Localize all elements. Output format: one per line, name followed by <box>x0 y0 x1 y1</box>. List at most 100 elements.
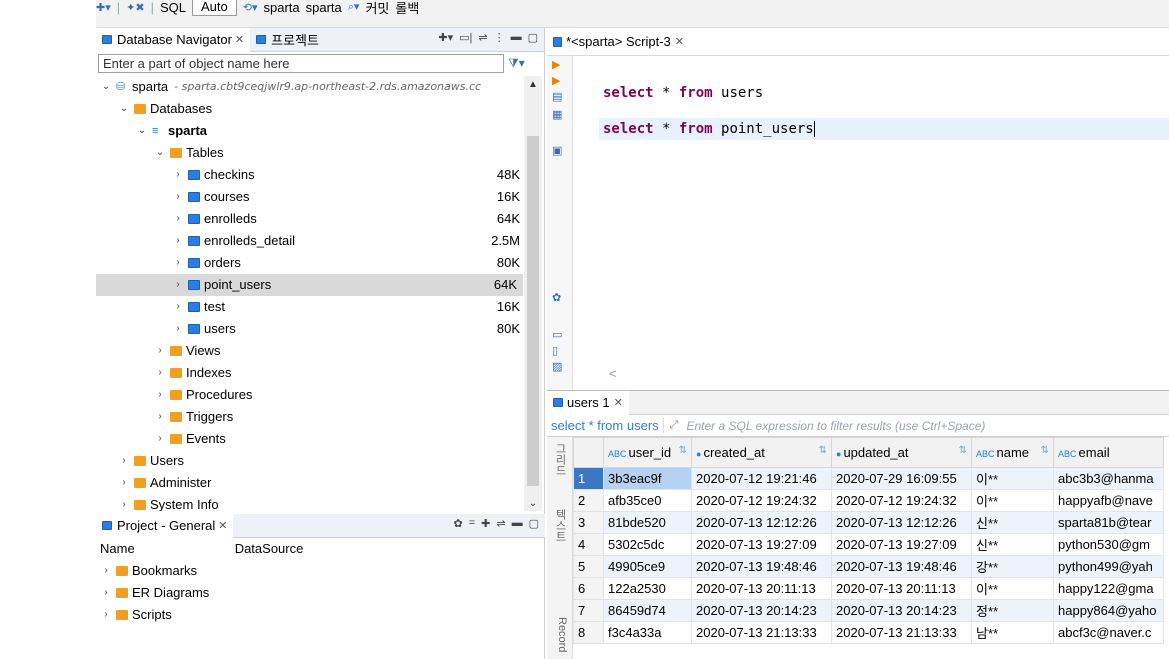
table-row[interactable]: 6 122a2530 2020-07-13 20:11:13 2020-07-1… <box>573 577 1164 600</box>
chevron-right-icon[interactable]: › <box>172 186 184 208</box>
chevron-right-icon[interactable]: › <box>100 582 112 604</box>
tree-node-indexes[interactable]: › Indexes <box>96 362 526 384</box>
tab-results[interactable]: users 1 ✕ <box>547 390 629 415</box>
cell-created-at[interactable]: 2020-07-13 19:27:09 <box>691 533 832 556</box>
cell-updated-at[interactable]: 2020-07-13 20:11:13 <box>831 577 972 600</box>
chevron-right-icon[interactable]: › <box>154 428 166 450</box>
chevron-right-icon[interactable]: › <box>118 494 130 511</box>
project-item-scripts[interactable]: › Scripts <box>96 604 545 626</box>
minimize-icon[interactable]: ▬ <box>512 517 523 530</box>
sort-icon[interactable]: ⇅ <box>959 445 967 456</box>
tree-node-table[interactable]: › courses 16K <box>96 186 526 208</box>
tree-node-databases[interactable]: ⌄ Databases <box>96 98 526 120</box>
close-icon[interactable]: ✕ <box>235 33 244 46</box>
cell-name[interactable]: 남** <box>971 621 1054 644</box>
scrollbar-thumb[interactable] <box>527 136 539 486</box>
tree-node-tables[interactable]: ⌄ Tables <box>96 142 526 164</box>
chevron-right-icon[interactable]: › <box>100 604 112 626</box>
chevron-right-icon[interactable]: › <box>118 472 130 494</box>
project-item-bookmarks[interactable]: › Bookmarks <box>96 560 545 582</box>
row-number[interactable]: 4 <box>573 533 604 556</box>
row-number[interactable]: 7 <box>573 599 604 622</box>
chevron-right-icon[interactable]: › <box>172 164 184 186</box>
scroll-up-icon[interactable]: ▲ <box>524 79 542 90</box>
code-line[interactable]: select * from users <box>599 82 1169 104</box>
cell-created-at[interactable]: 2020-07-13 19:48:46 <box>691 555 832 578</box>
code-line-current[interactable]: select * from point_users​ <box>599 118 1169 140</box>
chevron-right-icon[interactable]: › <box>172 296 184 318</box>
cell-email[interactable]: abc3b3@hanma <box>1053 467 1164 490</box>
sort-icon[interactable]: ⇅ <box>679 445 687 456</box>
tree-node-table-selected[interactable]: › point_users 64K <box>96 274 523 296</box>
sort-icon[interactable]: ⇅ <box>819 445 827 456</box>
execute-script-icon[interactable]: ▶ <box>552 74 566 88</box>
column-header[interactable]: ● updated_at ⇅ <box>831 437 972 468</box>
refresh-icon[interactable]: ⟲▾ <box>243 1 258 14</box>
tree-node-views[interactable]: › Views <box>96 340 526 362</box>
cell-name[interactable]: 이** <box>971 577 1054 600</box>
chevron-right-icon[interactable]: › <box>172 318 184 340</box>
transaction-mode-select[interactable]: Auto <box>191 0 237 16</box>
sort-icon[interactable]: ⇅ <box>1041 445 1049 456</box>
cell-user-id[interactable]: 49905ce9 <box>603 555 692 578</box>
chevron-right-icon[interactable]: › <box>154 406 166 428</box>
cell-email[interactable]: sparta81b@tear <box>1053 511 1164 534</box>
expand-icon[interactable]: ⤢ <box>670 419 679 432</box>
settings-icon[interactable]: ✿ <box>552 291 566 305</box>
collapse-icon[interactable]: = <box>469 517 475 530</box>
cell-created-at[interactable]: 2020-07-12 19:21:46 <box>691 467 832 490</box>
add-icon[interactable]: ✚ <box>481 517 490 530</box>
table-row[interactable]: 3 81bde520 2020-07-13 12:12:26 2020-07-1… <box>573 511 1164 534</box>
cell-updated-at[interactable]: 2020-07-29 16:09:55 <box>831 467 972 490</box>
new-connection-icon[interactable]: ✚▾ <box>438 31 453 44</box>
maximize-icon[interactable]: ▢ <box>528 31 538 44</box>
collapse-icon[interactable]: ▭| <box>459 31 472 44</box>
tab-database-navigator[interactable]: Database Navigator ✕ <box>96 27 251 52</box>
cell-name[interactable]: 신** <box>971 533 1054 556</box>
tree-node-connection[interactable]: ⌄ ⛁ sparta - sparta.cbt9ceqjwlr9.ap-nort… <box>96 76 526 98</box>
table-row[interactable]: 1 3b3eac9f 2020-07-12 19:21:46 2020-07-2… <box>573 467 1164 490</box>
tree-node-administer[interactable]: › Administer <box>96 472 526 494</box>
row-number[interactable]: 3 <box>573 511 604 534</box>
chevron-right-icon[interactable]: › <box>172 208 184 230</box>
explain-icon[interactable]: ▤ <box>552 90 566 104</box>
datasource-select[interactable]: sparta <box>263 0 299 15</box>
cell-created-at[interactable]: 2020-07-13 20:14:23 <box>691 599 832 622</box>
tree-node-system-info[interactable]: › System Info <box>96 494 526 511</box>
chevron-down-icon[interactable]: ⌄ <box>154 142 166 164</box>
cell-name[interactable]: 이** <box>971 489 1054 512</box>
cell-user-id[interactable]: afb35ce0 <box>603 489 692 512</box>
cell-updated-at[interactable]: 2020-07-13 19:27:09 <box>831 533 972 556</box>
tree-node-schema[interactable]: ⌄ ≡ sparta <box>96 120 526 142</box>
row-number[interactable]: 5 <box>573 555 604 578</box>
cell-updated-at[interactable]: 2020-07-13 12:12:26 <box>831 511 972 534</box>
project-item-er-diagrams[interactable]: › ER Diagrams <box>96 582 545 604</box>
chevron-right-icon[interactable]: › <box>172 274 184 296</box>
sql-editor[interactable]: select * from users select * from point_… <box>599 56 1169 396</box>
tab-text[interactable]: 텍스트 <box>552 509 568 542</box>
format-icon[interactable]: ▦ <box>552 108 566 122</box>
table-row[interactable]: 5 49905ce9 2020-07-13 19:48:46 2020-07-1… <box>573 555 1164 578</box>
table-row[interactable]: 2 afb35ce0 2020-07-12 19:24:32 2020-07-1… <box>573 489 1164 512</box>
column-header[interactable]: ABC name ⇅ <box>971 437 1054 468</box>
cell-created-at[interactable]: 2020-07-13 21:13:33 <box>691 621 832 644</box>
navigator-scrollbar[interactable]: ▲ ⌄ <box>524 76 542 511</box>
cell-created-at[interactable]: 2020-07-12 19:24:32 <box>691 489 832 512</box>
cell-updated-at[interactable]: 2020-07-13 20:14:23 <box>831 599 972 622</box>
scroll-down-icon[interactable]: ⌄ <box>524 498 542 509</box>
chevron-right-icon[interactable]: › <box>154 340 166 362</box>
tree-node-users[interactable]: › Users <box>96 450 526 472</box>
link-icon[interactable]: ⇌ <box>496 517 505 530</box>
chevron-down-icon[interactable]: ⌄ <box>136 120 148 142</box>
row-number[interactable]: 6 <box>573 577 604 600</box>
maximize-icon[interactable]: ▢ <box>529 517 539 530</box>
close-icon[interactable]: ✕ <box>218 519 227 532</box>
table-row[interactable]: 4 5302c5dc 2020-07-13 19:27:09 2020-07-1… <box>573 533 1164 556</box>
save-icon[interactable]: ▯ <box>552 344 566 358</box>
disconnect-icon[interactable]: ✦✖ <box>126 1 144 14</box>
execute-icon[interactable]: ▶ <box>552 58 566 72</box>
close-icon[interactable]: ✕ <box>614 396 623 409</box>
cell-user-id[interactable]: 86459d74 <box>603 599 692 622</box>
cell-name[interactable]: 신** <box>971 511 1054 534</box>
cell-user-id[interactable]: 3b3eac9f <box>603 467 692 490</box>
